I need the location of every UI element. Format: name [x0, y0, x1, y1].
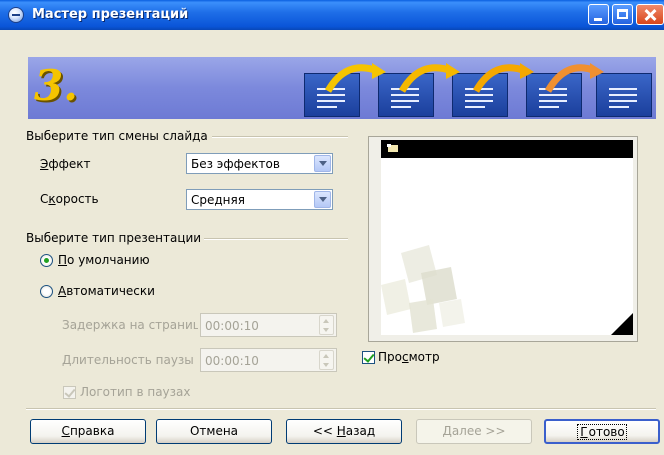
chevron-down-icon[interactable]: [314, 155, 331, 172]
spin-arrows-icon[interactable]: [319, 315, 334, 335]
default-option-label[interactable]: По умолчанию: [58, 253, 150, 267]
back-button[interactable]: << Назад: [286, 419, 402, 444]
auto-radio[interactable]: [40, 285, 53, 298]
divider: [26, 408, 656, 410]
cancel-button[interactable]: Отмена: [156, 419, 272, 444]
effect-label: Эффект: [40, 157, 91, 171]
effect-select[interactable]: Без эффектов: [186, 153, 333, 174]
finish-button[interactable]: Готово: [544, 419, 660, 444]
pause-label: Длительность паузы: [62, 353, 194, 367]
logo-label: Логотип в паузах: [80, 385, 191, 399]
preview-pane: [368, 136, 638, 342]
chevron-down-icon[interactable]: [314, 191, 331, 208]
speed-select[interactable]: Средняя: [186, 189, 333, 210]
title-bar: Мастер презентаций: [0, 0, 664, 30]
maximize-button[interactable]: [612, 4, 633, 25]
logo-checkbox[interactable]: [63, 386, 76, 399]
preview-checkbox[interactable]: [362, 351, 375, 364]
delay-spinner[interactable]: 00:00:10: [200, 313, 337, 337]
close-button[interactable]: [636, 4, 664, 25]
delay-label: Задержка на страниц: [62, 318, 198, 332]
slide-small-icon: [387, 144, 398, 152]
decorative-cubes-icon: [381, 245, 465, 333]
step-banner: 3.: [28, 57, 656, 119]
help-button[interactable]: Справка: [30, 419, 146, 444]
transition-arrows-icon: [324, 63, 604, 93]
app-icon: [8, 7, 24, 23]
next-button[interactable]: Далее >>: [416, 419, 532, 444]
preview-screen: [381, 140, 633, 335]
default-radio[interactable]: [40, 254, 53, 267]
speed-label: Скорость: [40, 192, 99, 206]
wizard-window: Мастер презентаций 3. Выберите тип смены…: [0, 0, 664, 455]
window-title: Мастер презентаций: [32, 7, 189, 22]
spin-arrows-icon[interactable]: [319, 350, 334, 370]
minimize-button[interactable]: [588, 4, 609, 25]
transition-group-label: Выберите тип смены слайда: [26, 129, 208, 143]
divider: [204, 238, 348, 240]
presentation-group-label: Выберите тип презентации: [26, 231, 202, 245]
auto-option-label[interactable]: Автоматически: [58, 284, 155, 298]
pause-spinner[interactable]: 00:00:10: [200, 348, 337, 372]
preview-label[interactable]: Просмотр: [378, 350, 440, 364]
divider: [212, 136, 348, 138]
